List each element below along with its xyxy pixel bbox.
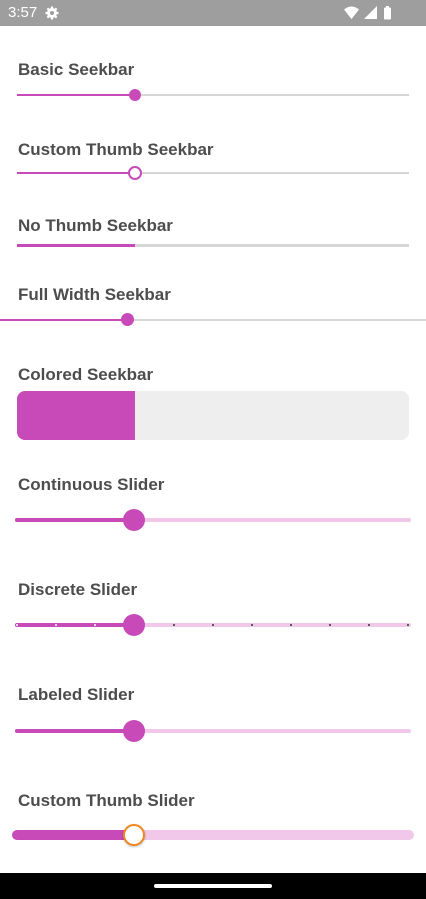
discrete-slider-tick (407, 624, 409, 626)
full-width-seekbar-label: Full Width Seekbar (18, 285, 171, 304)
discrete-slider-thumb[interactable] (123, 614, 145, 636)
continuous-slider-thumb[interactable] (123, 509, 145, 531)
custom-thumb-slider-label: Custom Thumb Slider (18, 791, 195, 810)
discrete-slider-tick (173, 624, 175, 626)
labeled-slider-label: Labeled Slider (18, 685, 135, 704)
no-thumb-seekbar-label: No Thumb Seekbar (18, 216, 173, 235)
basic-seekbar-label: Basic Seekbar (18, 60, 135, 79)
custom-thumb-slider[interactable] (12, 824, 414, 846)
full-width-seekbar[interactable] (0, 313, 426, 326)
discrete-slider-tick (212, 624, 214, 626)
discrete-slider-tick (16, 624, 18, 626)
labeled-slider[interactable] (15, 720, 411, 742)
custom-thumb-slider-thumb[interactable] (123, 824, 145, 846)
settings-gear-icon (45, 6, 59, 20)
full-width-seekbar-progress (0, 319, 128, 321)
discrete-slider-tick (55, 624, 57, 626)
discrete-slider-tick (368, 624, 370, 626)
status-bar: 3:57 (0, 0, 426, 26)
custom-thumb-seekbar-thumb[interactable] (128, 166, 142, 180)
custom-thumb-seekbar-progress (17, 172, 135, 174)
labeled-slider-active-track (15, 729, 134, 733)
discrete-slider-tick (94, 624, 96, 626)
navigation-bar (0, 873, 426, 899)
custom-thumb-slider-active-track (12, 830, 134, 840)
battery-icon (384, 6, 391, 20)
no-thumb-seekbar[interactable] (17, 244, 409, 247)
continuous-slider-active-track (15, 518, 134, 522)
continuous-slider-label: Continuous Slider (18, 475, 165, 494)
full-width-seekbar-thumb[interactable] (121, 313, 134, 326)
custom-thumb-seekbar-label: Custom Thumb Seekbar (18, 140, 214, 159)
basic-seekbar[interactable] (17, 89, 409, 101)
basic-seekbar-thumb[interactable] (129, 89, 141, 101)
colored-seekbar[interactable] (17, 391, 409, 440)
colored-seekbar-label: Colored Seekbar (18, 365, 154, 384)
discrete-slider-label: Discrete Slider (18, 580, 138, 599)
discrete-slider-tick (329, 624, 331, 626)
custom-thumb-seekbar[interactable] (17, 166, 409, 180)
discrete-slider-tick (290, 624, 292, 626)
discrete-slider[interactable] (15, 614, 411, 636)
signal-icon (364, 6, 377, 19)
discrete-slider-tick (251, 624, 253, 626)
home-gesture-handle[interactable] (154, 884, 272, 888)
system-status-icons (344, 6, 391, 20)
basic-seekbar-progress (17, 94, 135, 96)
continuous-slider[interactable] (15, 509, 411, 531)
wifi-icon (344, 6, 359, 19)
labeled-slider-thumb[interactable] (123, 720, 145, 742)
no-thumb-seekbar-progress (17, 244, 135, 247)
discrete-slider-active-track (15, 623, 134, 627)
colored-seekbar-progress (17, 391, 135, 440)
status-time: 3:57 (8, 4, 38, 21)
